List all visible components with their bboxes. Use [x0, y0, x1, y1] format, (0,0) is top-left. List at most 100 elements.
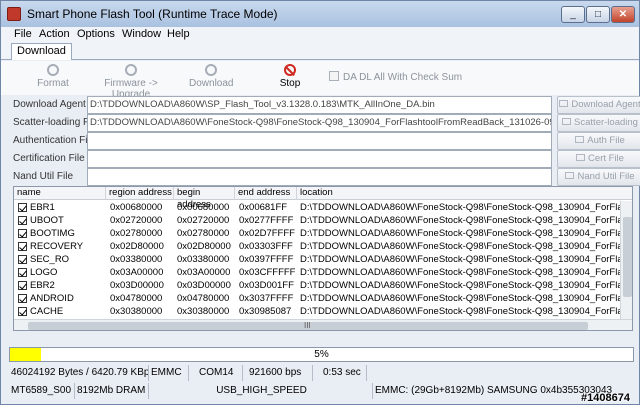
- menu-help[interactable]: Help: [167, 28, 190, 40]
- stop-label: Stop: [279, 78, 301, 89]
- cell-begin-address: 0x03A00000: [177, 267, 231, 278]
- nand-util-row: Nand Util File Nand Util File: [11, 168, 640, 186]
- nand-util-label: Nand Util File: [13, 171, 74, 182]
- cell-location: D:\TDDOWNLOAD\A860W\FoneStock-Q98\FoneSt…: [300, 293, 620, 304]
- cell-begin-address: 0x04780000: [177, 293, 230, 304]
- stop-icon: [284, 64, 296, 76]
- menu-options[interactable]: Options: [77, 28, 115, 40]
- status-usb: USB_HIGH_SPEED: [149, 383, 373, 399]
- status-baud: 921600 bps: [243, 365, 313, 381]
- cell-location: D:\TDDOWNLOAD\A860W\FoneStock-Q98\FoneSt…: [300, 241, 620, 252]
- col-name[interactable]: name: [14, 187, 106, 200]
- cert-file-path[interactable]: [87, 150, 552, 168]
- partition-table: name region address begin address end ad…: [13, 186, 633, 331]
- table-row[interactable]: RECOVERY 0x02D80000 0x02D80000 0x03303FFF D:…: [14, 240, 620, 253]
- auth-file-button[interactable]: Auth File: [557, 132, 640, 150]
- col-begin-address[interactable]: begin address: [174, 187, 235, 210]
- download-agent-button[interactable]: Download Agent: [557, 96, 640, 114]
- cell-begin-address: 0x03380000: [177, 254, 230, 265]
- folder-icon: [562, 118, 572, 125]
- cell-location: D:\TDDOWNLOAD\A860W\FoneStock-Q98\FoneSt…: [300, 280, 620, 291]
- cell-begin-address: 0x00680000: [177, 202, 230, 213]
- menu-window[interactable]: Window: [122, 28, 161, 40]
- auth-file-path[interactable]: [87, 132, 552, 150]
- close-button[interactable]: ✕: [611, 6, 635, 23]
- table-header: name region address begin address end ad…: [14, 187, 632, 210]
- table-row[interactable]: SEC_RO 0x03380000 0x03380000 0x0397FFFF D:\T…: [14, 253, 620, 266]
- vertical-scrollbar[interactable]: [620, 201, 632, 319]
- table-row[interactable]: EBR2 0x03D00000 0x03D00000 0x03D001FF D:\TDD…: [14, 279, 620, 292]
- cell-begin-address: 0x30380000: [177, 306, 230, 317]
- row-checkbox[interactable]: [18, 203, 27, 212]
- tab-download[interactable]: Download: [11, 43, 72, 60]
- cell-region-address: 0x03A00000: [110, 267, 164, 278]
- download-button[interactable]: Download: [189, 64, 233, 89]
- folder-icon: [576, 154, 586, 161]
- title-bar: Smart Phone Flash Tool (Runtime Trace Mo…: [1, 1, 639, 27]
- cell-end-address: 0x03D001FF: [239, 280, 294, 291]
- col-end-address[interactable]: end address: [235, 187, 297, 200]
- cert-file-button-label: Cert File: [588, 153, 624, 164]
- cell-region-address: 0x00680000: [110, 202, 163, 213]
- menu-file[interactable]: File: [14, 28, 32, 40]
- cell-end-address: 0x0277FFFF: [239, 215, 294, 226]
- row-checkbox[interactable]: [18, 294, 27, 303]
- nand-util-path[interactable]: [87, 168, 552, 186]
- minimize-button[interactable]: _: [561, 6, 585, 23]
- cell-location: D:\TDDOWNLOAD\A860W\FoneStock-Q98\FoneSt…: [300, 215, 620, 226]
- format-icon: [47, 64, 59, 76]
- folder-icon: [565, 172, 575, 179]
- row-checkbox[interactable]: [18, 229, 27, 238]
- download-icon: [205, 64, 217, 76]
- window-title: Smart Phone Flash Tool (Runtime Trace Mo…: [27, 7, 278, 21]
- cell-location: D:\TDDOWNLOAD\A860W\FoneStock-Q98\FoneSt…: [300, 228, 620, 239]
- table-row[interactable]: UBOOT 0x02720000 0x02720000 0x0277FFFF D:\TD…: [14, 214, 620, 227]
- cert-file-button[interactable]: Cert File: [557, 150, 640, 168]
- cell-end-address: 0x02D7FFFF: [239, 228, 295, 239]
- nand-util-button[interactable]: Nand Util File: [557, 168, 640, 186]
- cell-region-address: 0x03D00000: [110, 280, 164, 291]
- table-row[interactable]: ANDROID 0x04780000 0x04780000 0x3037FFFF D:\…: [14, 292, 620, 305]
- stop-button[interactable]: Stop: [275, 64, 305, 89]
- cell-region-address: 0x04780000: [110, 293, 163, 304]
- col-location[interactable]: location: [297, 187, 632, 200]
- table-row[interactable]: LOGO 0x03A00000 0x03A00000 0x03CFFFFF D:\TDD…: [14, 266, 620, 279]
- status-storage: EMMC: [149, 365, 189, 381]
- checkbox-icon: [329, 71, 339, 81]
- download-label: Download: [189, 78, 234, 89]
- row-checkbox[interactable]: [18, 216, 27, 225]
- maximize-button[interactable]: □: [586, 6, 610, 23]
- scatter-loading-button[interactable]: Scatter-loading: [557, 114, 640, 132]
- row-checkbox[interactable]: [18, 242, 27, 251]
- row-checkbox[interactable]: [18, 255, 27, 264]
- cell-end-address: 0x03303FFF: [239, 241, 293, 252]
- row-checkbox[interactable]: [18, 281, 27, 290]
- cell-end-address: 0x00681FF: [239, 202, 288, 213]
- da-dl-all-checkbox[interactable]: DA DL All With Check Sum: [329, 71, 462, 83]
- tab-strip: Download: [1, 42, 639, 60]
- table-row[interactable]: BOOTIMG 0x02780000 0x02780000 0x02D7FFFF D:\…: [14, 227, 620, 240]
- cell-name: RECOVERY: [30, 241, 84, 252]
- download-agent-button-label: Download Agent: [571, 99, 640, 110]
- cell-end-address: 0x3037FFFF: [239, 293, 294, 304]
- table-row[interactable]: EBR1 0x00680000 0x00680000 0x00681FF D:\TDDO…: [14, 201, 620, 214]
- cell-name: LOGO: [30, 267, 58, 278]
- format-button[interactable]: Format: [37, 64, 69, 89]
- status-bar-top: 46024192 Bytes / 6420.79 KBps EMMC COM14…: [9, 365, 634, 381]
- scatter-file-path[interactable]: D:\TDDOWNLOAD\A860W\FoneStock-Q98\FoneSt…: [87, 114, 552, 132]
- table-row[interactable]: CACHE 0x30380000 0x30380000 0x30985087 D:\TD…: [14, 305, 620, 318]
- menu-action[interactable]: Action: [39, 28, 70, 40]
- download-agent-path[interactable]: D:\TDDOWNLOAD\A860W\SP_Flash_Tool_v3.132…: [87, 96, 552, 114]
- col-region-address[interactable]: region address: [106, 187, 174, 200]
- row-checkbox[interactable]: [18, 268, 27, 277]
- auth-file-row: Authentication File Auth File: [11, 132, 640, 150]
- format-label: Format: [37, 78, 69, 89]
- horizontal-scrollbar[interactable]: III: [14, 319, 632, 330]
- cert-file-label: Certification File: [13, 153, 85, 164]
- download-agent-row: Download Agent D:\TDDOWNLOAD\A860W\SP_Fl…: [11, 96, 640, 114]
- vertical-scroll-thumb[interactable]: [623, 217, 632, 297]
- auth-file-label: Authentication File: [13, 135, 96, 146]
- row-checkbox[interactable]: [18, 307, 27, 316]
- da-dl-all-label: DA DL All With Check Sum: [343, 72, 463, 83]
- firmware-upgrade-button[interactable]: Firmware -> Upgrade: [91, 64, 171, 100]
